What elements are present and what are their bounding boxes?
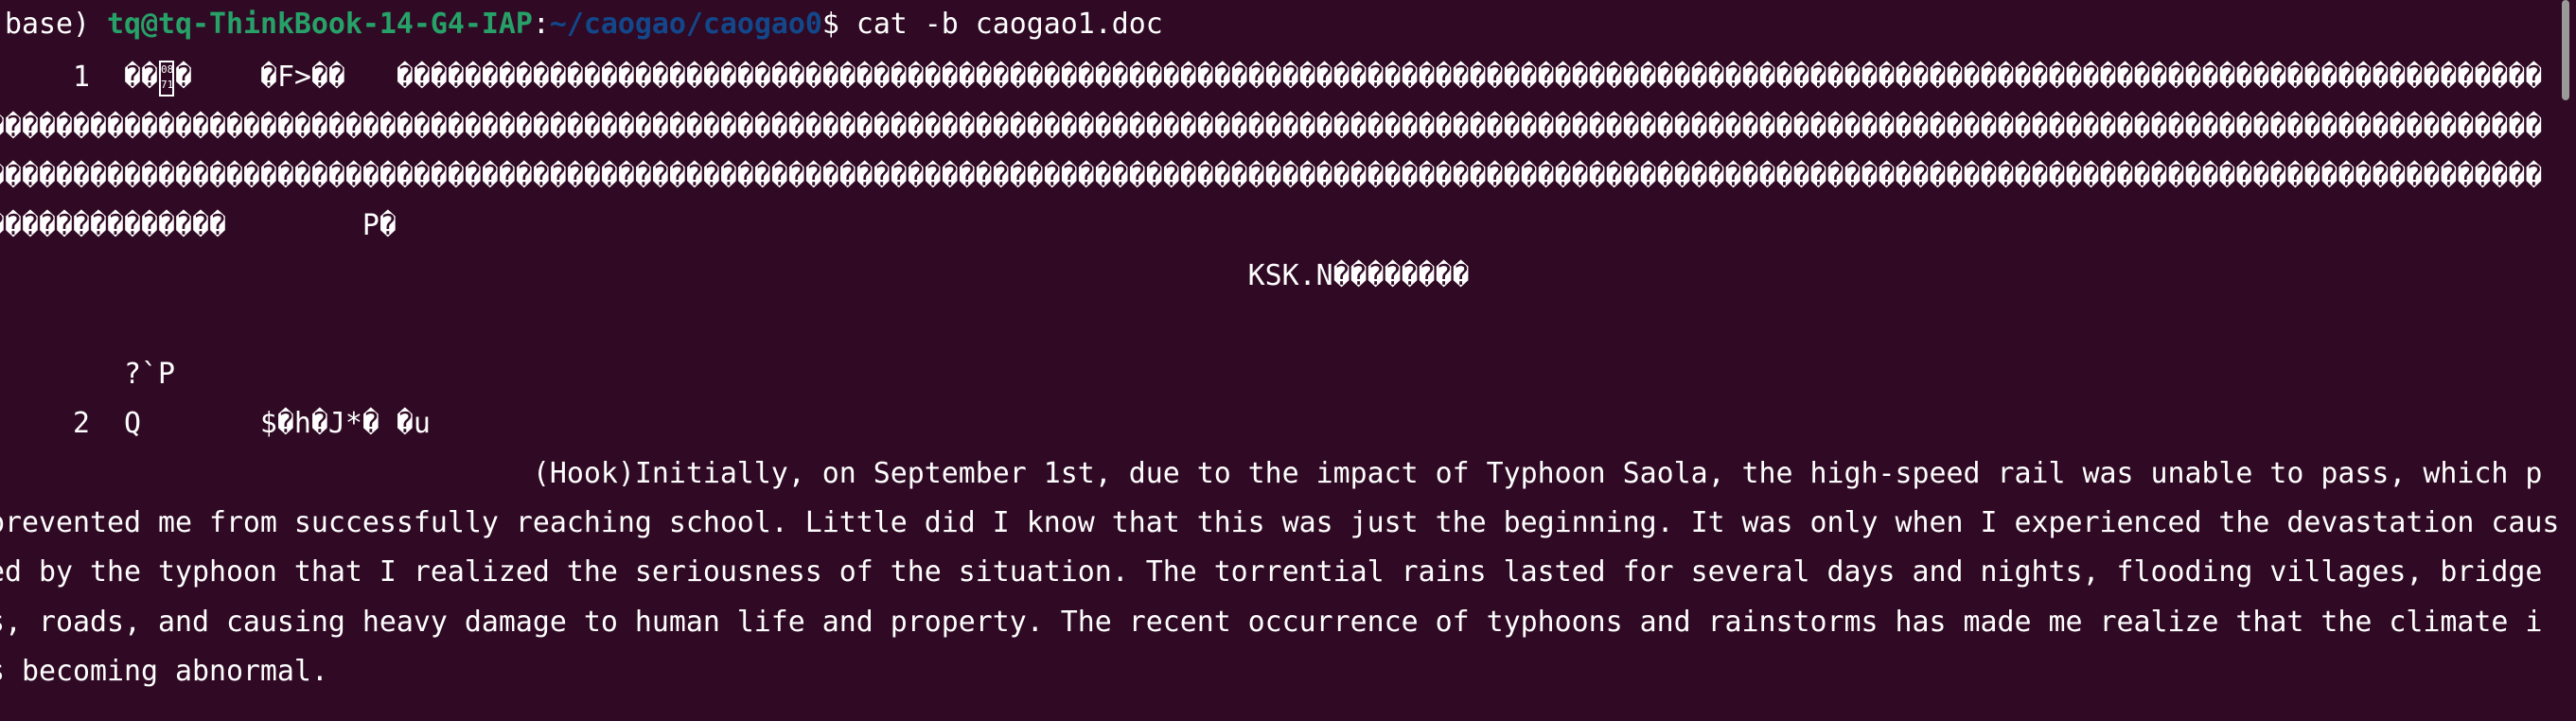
output-line: �������������� P� <box>0 209 397 243</box>
output-line: s, roads, and causing heavy damage to hu… <box>0 605 2543 639</box>
current-path: ~/caogao/caogao0 <box>549 8 822 41</box>
prompt-separator: : <box>532 8 550 41</box>
line-1-prefix: 1 �� <box>0 61 158 94</box>
line-1-rest: � �F>�� ��������������������������������… <box>174 61 2543 94</box>
output-line: ����������������������������������������… <box>0 110 2543 144</box>
glyph-hex-top: 08 <box>160 62 174 76</box>
unknown-glyph-box-icon: 08 71 <box>158 60 174 97</box>
scrollbar[interactable] <box>2562 0 2569 100</box>
user-host: tq@tq-ThinkBook-14-G4-IAP <box>106 8 533 41</box>
output-line: ed by the typhoon that I realized the se… <box>0 555 2543 589</box>
output-line: ����������������������������������������… <box>0 159 2543 193</box>
terminal-output[interactable]: (base) tq@tq-ThinkBook-14-G4-IAP:~/caoga… <box>0 0 2576 721</box>
output-line: 2 Q $�h�J*� �u <box>0 407 431 441</box>
output-line: KSK.N�������� <box>0 258 1470 292</box>
command-text: $ cat -b caogao1.doc <box>821 8 1163 41</box>
conda-env: (base) <box>0 8 90 41</box>
output-line-1: 1 �� 08 71 � �F>�� ������������������������… <box>0 53 2542 102</box>
output-line: (Hook)Initially, on September 1st, due t… <box>0 456 2543 490</box>
glyph-hex-bottom: 71 <box>160 78 174 91</box>
output-line: s becoming abnormal. <box>0 654 328 688</box>
output-line: ?`P <box>0 358 175 392</box>
prompt-line: (base) tq@tq-ThinkBook-14-G4-IAP:~/caoga… <box>0 0 1163 49</box>
output-line: prevented me from successfully reaching … <box>0 506 2560 539</box>
